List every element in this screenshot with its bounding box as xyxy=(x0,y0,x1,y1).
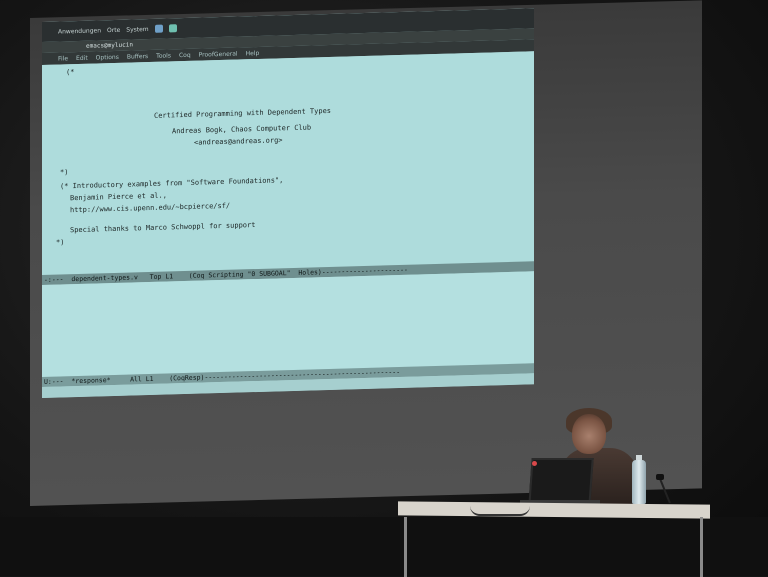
authors-line: Benjamin Pierce et al., xyxy=(70,191,167,203)
stage-floor xyxy=(0,517,768,576)
script-buffer[interactable]: (* Certified Programming with Dependent … xyxy=(42,51,534,275)
menu-help[interactable]: Help xyxy=(246,49,260,56)
microphone xyxy=(656,474,664,480)
thanks-line: Special thanks to Marco Schwoppl for sup… xyxy=(70,221,256,235)
laptop xyxy=(528,458,594,506)
comment-close-2: *) xyxy=(56,238,65,247)
response-buffer[interactable] xyxy=(42,271,534,377)
projected-emacs-window: Anwendungen Orte System emacs@mylucin Fi… xyxy=(42,8,534,398)
presenter-head xyxy=(572,414,606,454)
intro-comment-line: (* Introductory examples from "Software … xyxy=(60,176,284,191)
water-bottle xyxy=(632,460,646,504)
email-line: <andreas@andreas.org> xyxy=(194,136,283,147)
desk-leg-left xyxy=(404,517,407,577)
places-menu[interactable]: Orte xyxy=(107,26,120,33)
mail-launcher-icon[interactable] xyxy=(168,24,177,33)
system-menu[interactable]: System xyxy=(126,26,148,34)
laptop-sticker xyxy=(532,461,537,466)
comment-open: (* xyxy=(66,68,75,77)
menu-proofgeneral[interactable]: ProofGeneral xyxy=(199,50,238,58)
browser-launcher-icon[interactable] xyxy=(154,24,163,33)
author-line: Andreas Bogk, Chaos Computer Club xyxy=(172,123,312,136)
menu-options[interactable]: Options xyxy=(96,53,119,61)
desk-leg-right xyxy=(700,517,703,577)
applications-menu[interactable]: Anwendungen xyxy=(58,27,101,35)
desk-cable xyxy=(470,506,530,516)
menu-edit[interactable]: Edit xyxy=(76,54,88,61)
menu-buffers[interactable]: Buffers xyxy=(127,53,148,61)
menu-coq[interactable]: Coq xyxy=(179,51,191,58)
comment-close: *) xyxy=(60,168,69,177)
menu-file[interactable]: File xyxy=(58,55,68,62)
url-line: http://www.cis.upenn.edu/~bcpierce/sf/ xyxy=(70,201,231,215)
title-line: Certified Programming with Dependent Typ… xyxy=(154,106,332,120)
menu-tools[interactable]: Tools xyxy=(156,52,171,59)
